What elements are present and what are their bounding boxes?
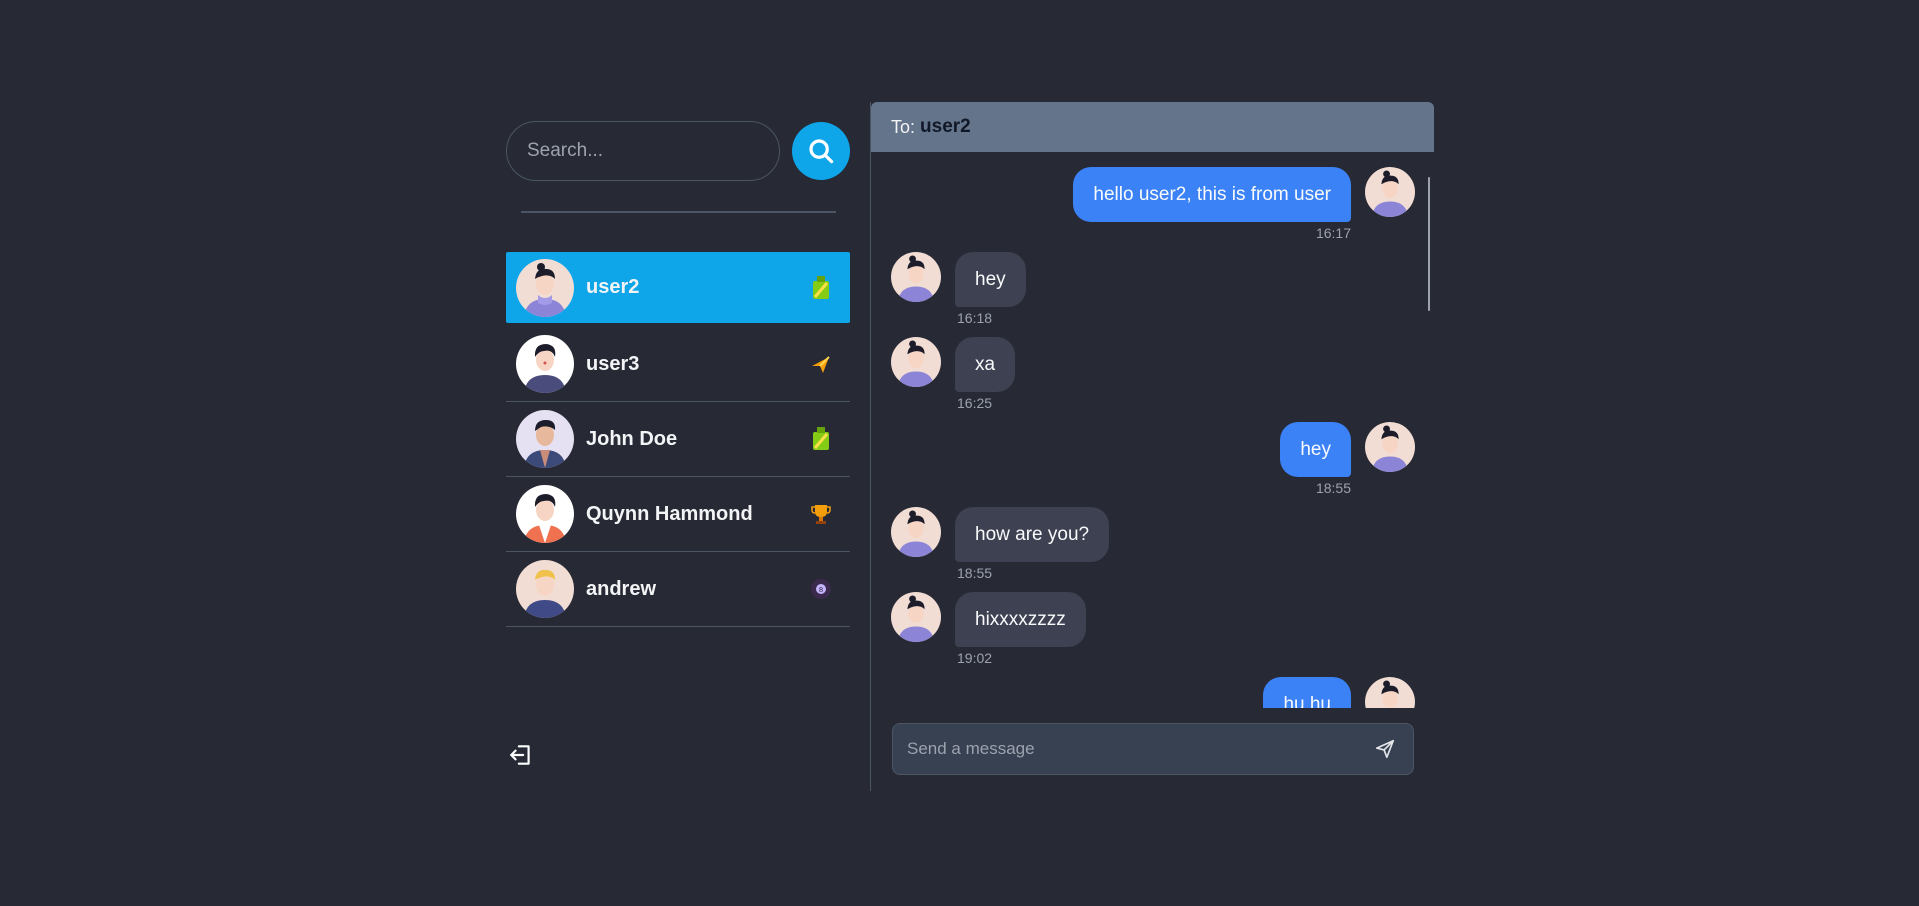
message-time: 18:55 — [1315, 480, 1351, 496]
message-bubble: hey — [1280, 422, 1351, 477]
search-input[interactable] — [506, 121, 780, 181]
message-incoming: hey 16:18 — [891, 252, 1026, 326]
sidebar: user2 user3 — [506, 102, 850, 791]
message-time: 19:02 — [957, 650, 993, 666]
message-time: 18:55 — [957, 565, 993, 581]
avatar — [516, 335, 574, 393]
message-outgoing: hu hu — [1263, 677, 1415, 708]
svg-text:8: 8 — [819, 586, 823, 594]
logout-icon — [510, 745, 530, 765]
message-bubble: hu hu — [1263, 677, 1351, 708]
to-label: To: — [891, 116, 916, 137]
message-incoming: hixxxxzzzz 19:02 — [891, 592, 1086, 666]
search-bar — [506, 121, 850, 181]
message-list[interactable]: hello user2, this is from user 16:17 hey… — [871, 152, 1435, 708]
send-button[interactable] — [1371, 735, 1399, 763]
avatar — [1365, 677, 1415, 708]
message-composer — [892, 723, 1414, 775]
message-bubble: hey — [955, 252, 1026, 307]
message-time: 16:17 — [1315, 225, 1351, 241]
plane-icon — [808, 351, 834, 377]
chat-app: user2 user3 — [506, 102, 1435, 791]
contact-item-user2[interactable]: user2 — [506, 252, 850, 323]
logout-button[interactable] — [506, 740, 536, 770]
message-incoming: xa 16:25 — [891, 337, 1016, 411]
message-bubble: how are you? — [955, 507, 1110, 562]
contact-item-andrew[interactable]: andrew 8 — [506, 552, 850, 627]
message-outgoing: hey 18:55 — [1280, 422, 1415, 496]
avatar — [1365, 167, 1415, 217]
message-time: 16:25 — [957, 395, 993, 411]
search-button[interactable] — [792, 122, 850, 180]
chat-panel: To: user2 hello user2, this is from user… — [870, 102, 1434, 791]
contact-name: user2 — [586, 276, 640, 298]
message-input[interactable] — [907, 739, 1371, 759]
avatar — [891, 592, 941, 642]
chat-header: To: user2 — [871, 102, 1434, 152]
avatar — [516, 485, 574, 543]
green-bottle-icon — [808, 426, 834, 452]
message-outgoing: hello user2, this is from user 16:17 — [1073, 167, 1415, 241]
message-incoming: how are you? 18:55 — [891, 507, 1110, 581]
avatar — [516, 560, 574, 618]
message-bubble: hello user2, this is from user — [1073, 167, 1351, 222]
contact-name: andrew — [586, 577, 657, 600]
send-icon — [1375, 739, 1395, 759]
green-bottle-icon — [808, 275, 834, 301]
contact-item-user3[interactable]: user3 — [506, 327, 850, 402]
eight-ball-icon: 8 — [808, 576, 834, 602]
sidebar-divider — [521, 211, 836, 213]
search-icon — [809, 139, 834, 164]
avatar — [516, 258, 574, 317]
scrollbar[interactable] — [1428, 177, 1430, 311]
avatar — [891, 507, 941, 557]
avatar — [516, 410, 574, 468]
trophy-icon — [808, 501, 834, 527]
recipient-name: user2 — [920, 116, 971, 137]
contact-list: user2 user3 John Doe Quynn Hammond andre… — [506, 252, 850, 627]
contact-item-john-doe[interactable]: John Doe — [506, 402, 850, 477]
avatar — [891, 337, 941, 387]
contact-name: John Doe — [586, 427, 678, 450]
message-time: 16:18 — [957, 310, 993, 326]
contact-name: user3 — [586, 352, 640, 375]
avatar — [1365, 422, 1415, 472]
message-bubble: xa — [955, 337, 1016, 392]
contact-item-quynn-hammond[interactable]: Quynn Hammond — [506, 477, 850, 552]
contact-name: Quynn Hammond — [586, 502, 753, 525]
avatar — [891, 252, 941, 302]
message-bubble: hixxxxzzzz — [955, 592, 1086, 647]
